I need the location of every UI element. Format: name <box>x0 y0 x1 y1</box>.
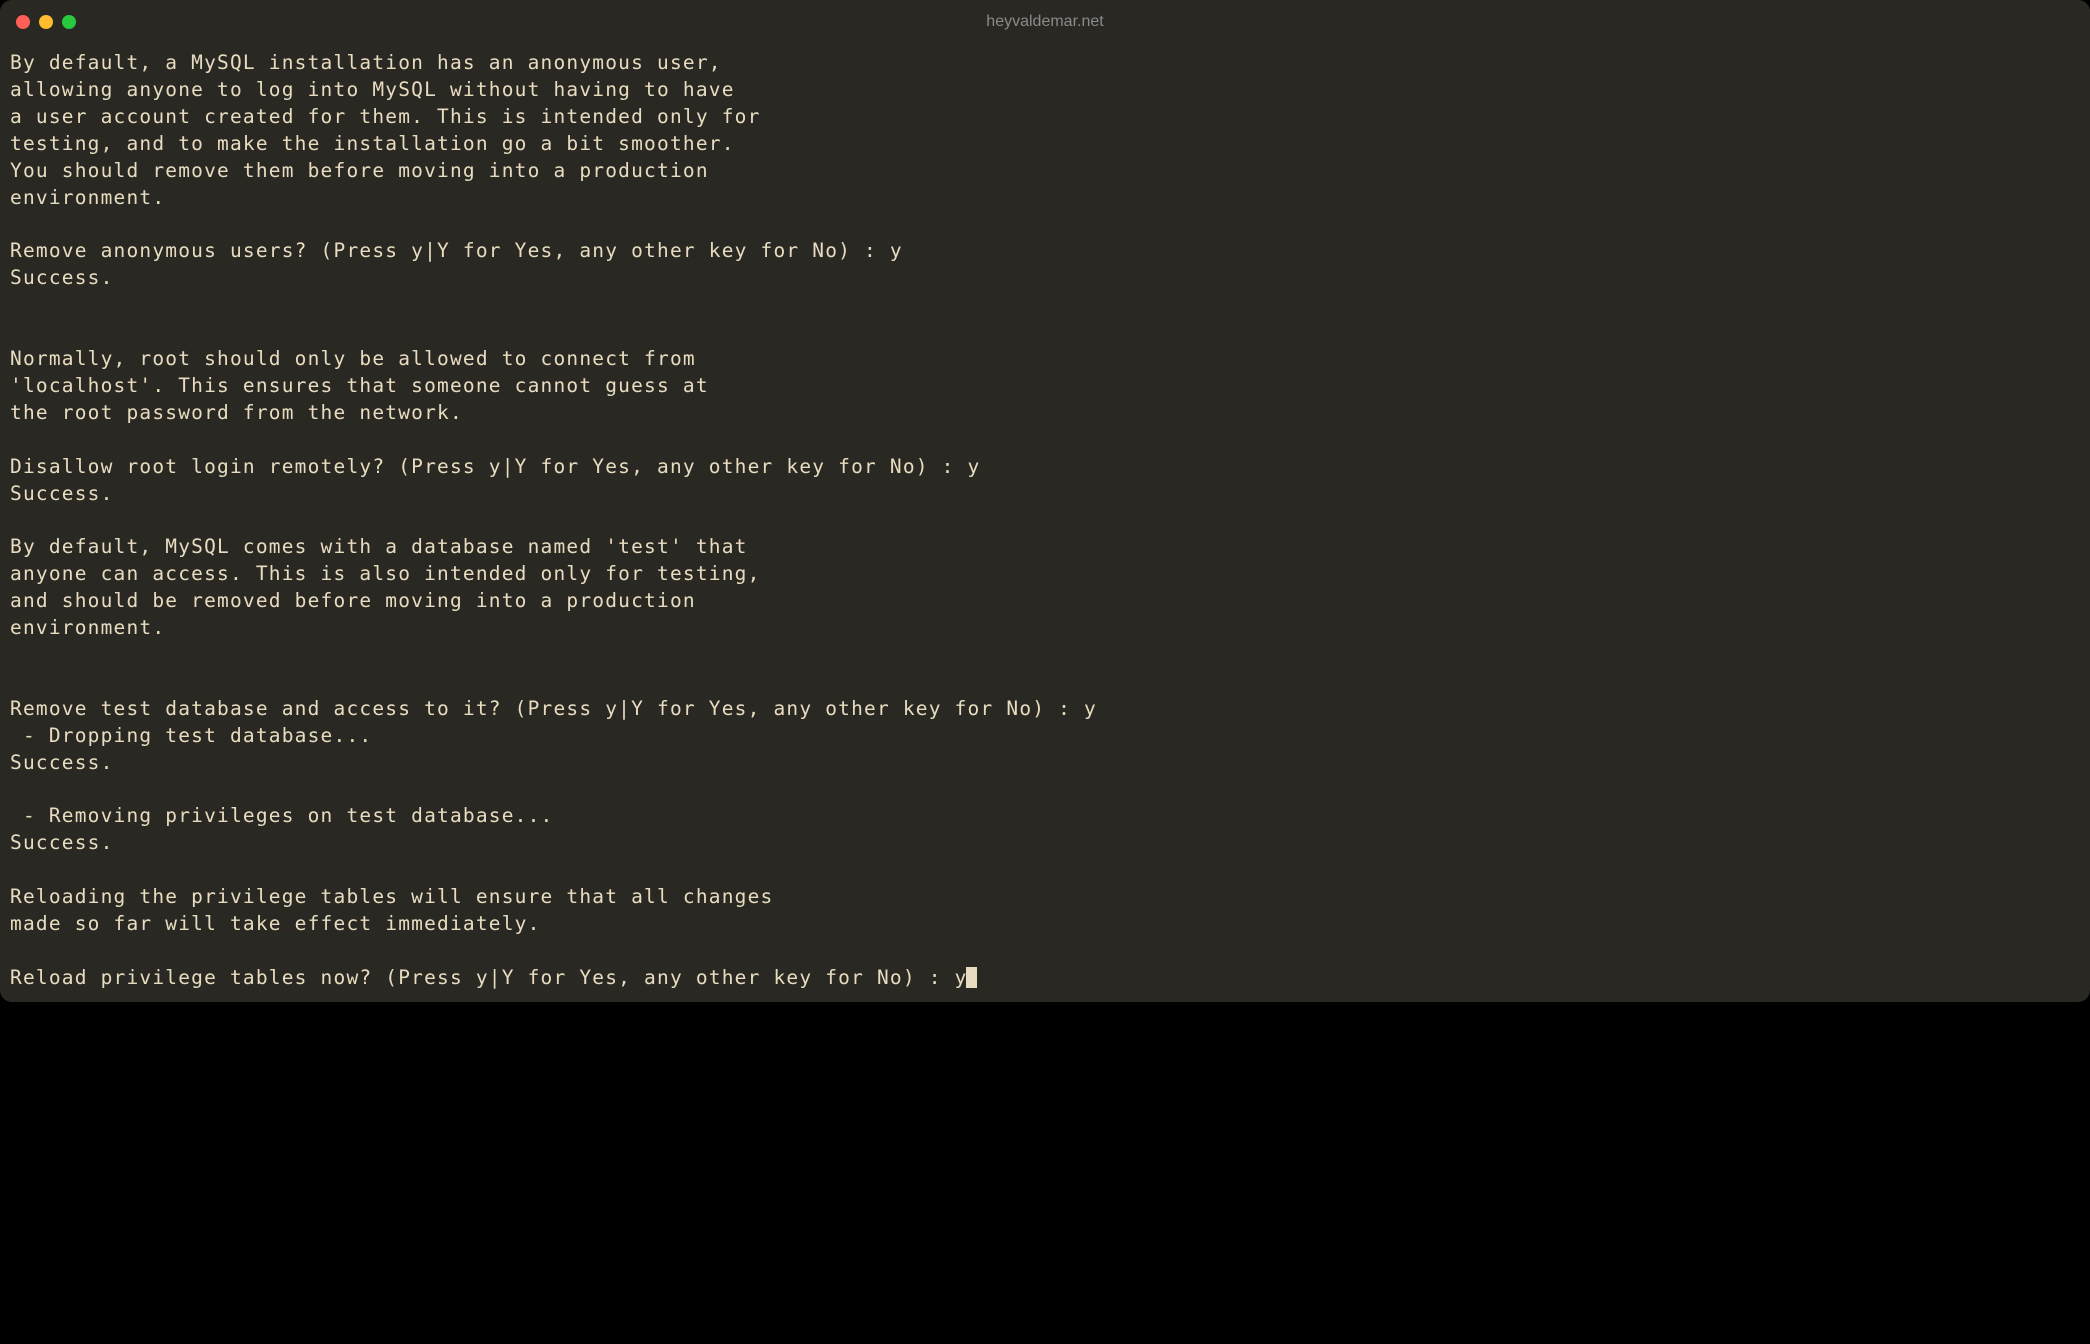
terminal-output: By default, a MySQL installation has an … <box>10 51 1097 989</box>
cursor-icon <box>966 967 977 988</box>
terminal-content[interactable]: By default, a MySQL installation has an … <box>0 44 2090 1002</box>
traffic-lights <box>16 15 76 29</box>
window-title: heyvaldemar.net <box>986 13 1103 31</box>
minimize-icon[interactable] <box>39 15 53 29</box>
title-bar: heyvaldemar.net <box>0 0 2090 44</box>
close-icon[interactable] <box>16 15 30 29</box>
maximize-icon[interactable] <box>62 15 76 29</box>
terminal-window: heyvaldemar.net By default, a MySQL inst… <box>0 0 2090 1002</box>
